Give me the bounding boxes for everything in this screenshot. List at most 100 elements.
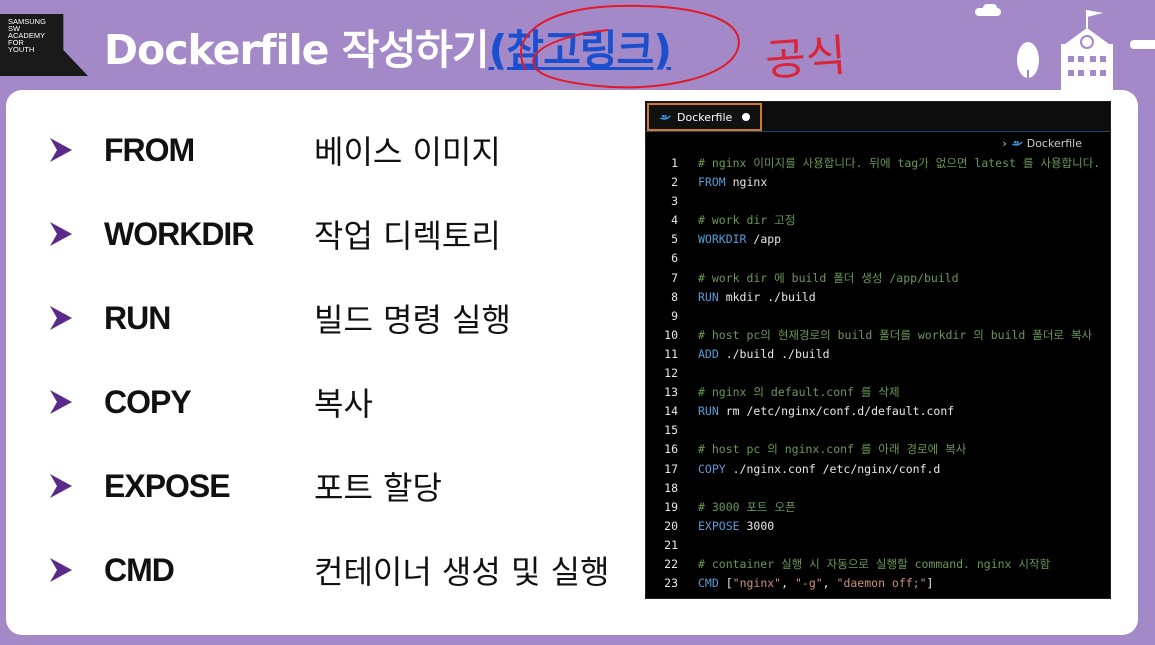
code-token: ADD <box>698 346 719 361</box>
line-number: 11 <box>664 346 678 361</box>
command-item-copy: COPY 복사 <box>48 378 628 426</box>
code-token: [ <box>718 576 733 591</box>
code-token: RUN <box>698 404 719 419</box>
line-number: 1 <box>671 156 678 170</box>
command-item-run: RUN 빌드 명령 실행 <box>48 294 628 342</box>
arrow-bullet-icon <box>50 306 72 330</box>
arrow-bullet-icon <box>50 558 72 582</box>
code-token: CMD <box>698 576 719 591</box>
line-number: 18 <box>664 480 678 495</box>
code-token: RUN <box>698 289 719 304</box>
line-number: 22 <box>664 556 678 571</box>
editor-tab-bar: Dockerfile <box>646 102 1110 132</box>
code-text: # container 실행 시 자동으로 실행할 command. nginx… <box>698 555 1050 574</box>
slide-title-main: Dockerfile 작성하기 <box>104 26 490 74</box>
code-line: 12 <box>646 364 1110 383</box>
code-token: mkdir ./build <box>718 289 816 304</box>
code-line: 9 <box>646 307 1110 326</box>
line-number: 3 <box>671 194 678 209</box>
arrow-bullet-icon <box>50 222 72 246</box>
command-item-cmd: CMD 컨테이너 생성 및 실행 <box>48 546 628 594</box>
command-item-expose: EXPOSE 포트 할당 <box>48 462 628 510</box>
breadcrumb-separator: › <box>1002 136 1007 150</box>
code-token: ./nginx.conf /etc/nginx/conf.d <box>725 461 941 476</box>
code-text: COPY ./nginx.conf /etc/nginx/conf.d <box>698 460 940 479</box>
code-token: , <box>822 576 837 591</box>
reference-link[interactable]: (참고링크) <box>489 26 672 74</box>
samsung-sw-academy-logo: SAMSUNG SW ACADEMY FOR YOUTH <box>0 14 88 76</box>
command-item-workdir: WORKDIR 작업 디렉토리 <box>48 210 628 258</box>
logo-line: YOUTH <box>8 45 35 54</box>
code-line: 23 CMD ["nginx", "-g", "daemon off;"] <box>646 574 1110 593</box>
code-text: ADD ./build ./build <box>698 345 830 364</box>
command-description: 컨테이너 생성 및 실행 <box>314 553 610 591</box>
code-token: , <box>781 576 795 591</box>
code-token: # host pc의 현재경로의 build 폴더를 workdir 의 bui… <box>698 327 1093 342</box>
unsaved-dot-icon <box>742 113 751 121</box>
arrow-bullet-icon <box>50 138 72 162</box>
code-text: # host pc 의 nginx.conf 를 아래 경로에 복사 <box>698 440 966 459</box>
code-line: 11 ADD ./build ./build <box>646 345 1110 364</box>
tab-dockerfile[interactable]: Dockerfile <box>647 103 763 131</box>
code-token: FROM <box>698 175 726 190</box>
command-description: 복사 <box>314 385 373 423</box>
line-number: 19 <box>664 499 678 514</box>
command-description: 베이스 이미지 <box>314 133 501 171</box>
code-line: 3 <box>646 192 1110 211</box>
line-number: 10 <box>664 327 678 342</box>
line-number: 13 <box>664 385 678 400</box>
command-name: WORKDIR <box>104 215 254 252</box>
handwritten-annotation: 공식 <box>763 30 848 87</box>
code-token: "nginx" <box>732 576 782 591</box>
code-area[interactable]: 1 # nginx 이미지를 사용합니다. 뒤에 tag가 없으면 latest … <box>646 154 1110 593</box>
line-number: 16 <box>664 442 678 457</box>
code-line: 17 COPY ./nginx.conf /etc/nginx/conf.d <box>646 460 1110 479</box>
code-line: 7 # work dir 에 build 폴더 생성 /app/build <box>646 269 1110 288</box>
command-description: 빌드 명령 실행 <box>314 301 511 339</box>
code-token: "daemon off;" <box>836 576 927 591</box>
code-token: rm /etc/nginx/conf.d/default.conf <box>718 404 955 419</box>
command-description: 포트 할당 <box>314 469 442 507</box>
code-text: # nginx 의 default.conf 를 삭제 <box>698 383 900 402</box>
line-number: 21 <box>664 537 678 552</box>
code-line: 8 RUN mkdir ./build <box>646 288 1110 307</box>
school-building-decoration-icon <box>975 4 1155 94</box>
code-line: 16 # host pc 의 nginx.conf 를 아래 경로에 복사 <box>646 440 1110 459</box>
code-line: 2 FROM nginx <box>646 173 1110 192</box>
code-token: ] <box>926 576 934 591</box>
breadcrumb: › Dockerfile <box>646 132 1110 154</box>
docker-whale-icon <box>1010 140 1023 146</box>
code-line: 1 # nginx 이미지를 사용합니다. 뒤에 tag가 없으면 latest … <box>646 154 1110 173</box>
line-number: 4 <box>671 213 678 228</box>
command-name: FROM <box>104 131 195 168</box>
command-name: CMD <box>104 551 175 588</box>
code-token: # work dir 에 build 폴더 생성 /app/build <box>698 270 959 285</box>
code-token: "-g" <box>794 576 823 591</box>
code-token: # 3000 포트 오픈 <box>698 499 796 514</box>
command-name: RUN <box>104 299 171 336</box>
breadcrumb-item[interactable]: Dockerfile <box>1027 137 1082 150</box>
code-line: 6 <box>646 249 1110 268</box>
code-token: # host pc 의 nginx.conf 를 아래 경로에 복사 <box>698 442 967 457</box>
code-token: EXPOSE <box>698 518 740 533</box>
line-number: 9 <box>671 308 678 323</box>
line-number: 7 <box>671 270 678 285</box>
code-token: # work dir 고정 <box>698 213 796 228</box>
code-line: 18 <box>646 479 1110 498</box>
code-line: 14 RUN rm /etc/nginx/conf.d/default.conf <box>646 402 1110 421</box>
code-text: # host pc의 현재경로의 build 폴더를 workdir 의 bui… <box>698 326 1092 345</box>
code-token: # nginx 이미지를 사용합니다. 뒤에 tag가 없으면 latest 를… <box>698 156 1101 170</box>
code-line: 19 # 3000 포트 오픈 <box>646 498 1110 517</box>
slide-title: Dockerfile 작성하기(참고링크) <box>104 16 672 74</box>
arrow-bullet-icon <box>50 474 72 498</box>
code-text: RUN rm /etc/nginx/conf.d/default.conf <box>698 402 954 421</box>
code-text: # work dir 고정 <box>698 211 795 230</box>
code-text: RUN mkdir ./build <box>698 288 816 307</box>
code-text: FROM nginx <box>698 173 767 192</box>
command-description: 작업 디렉토리 <box>314 217 501 255</box>
code-line: 22 # container 실행 시 자동으로 실행할 command. ngi… <box>646 555 1110 574</box>
code-token: COPY <box>698 461 726 476</box>
command-name: EXPOSE <box>104 467 231 504</box>
code-token: WORKDIR <box>698 232 747 247</box>
line-number: 17 <box>664 461 678 476</box>
